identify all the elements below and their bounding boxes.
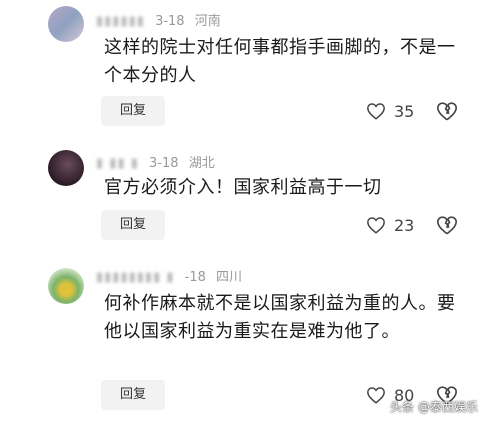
comment-date: 3-18 [149, 156, 179, 171]
comment-location: 湖北 [188, 156, 215, 171]
reply-button[interactable]: 回复 [101, 210, 165, 240]
avatar[interactable] [48, 150, 84, 186]
comment-text: 这样的院士对任何事都指手画脚的，不是一个本分的人 [104, 37, 456, 86]
username[interactable]: ▮ ▮▮ ▮ [96, 156, 139, 171]
heart-icon [367, 103, 385, 120]
heart-icon [367, 217, 385, 234]
comment-item: ▮ ▮▮ ▮ 3-18 湖北 官方必须介入！国家利益高于一切 回复 23 [0, 140, 500, 250]
username[interactable]: ▮▮▮▮▮▮ [96, 14, 145, 29]
watermark: 头条 @泰西娱乐 [390, 400, 478, 414]
broken-heart-icon[interactable] [436, 214, 458, 236]
comment-location: 河南 [194, 14, 221, 29]
like-count: 35 [394, 101, 415, 121]
avatar[interactable] [48, 6, 84, 42]
username[interactable]: ▮▮▮▮▮▮▮▮ ▮ [96, 270, 175, 285]
like-button[interactable]: 35 [366, 96, 414, 126]
comment-item: ▮▮▮▮▮▮▮▮ ▮ -18 四川 何补作麻本就不是以国家利益为重的人。要他以国… [0, 250, 500, 422]
heart-icon [367, 387, 385, 404]
comment-date: -18 [184, 270, 206, 285]
like-button[interactable]: 23 [366, 210, 414, 240]
comment-date: 3-18 [155, 14, 185, 29]
broken-heart-icon[interactable] [436, 100, 458, 122]
reply-button[interactable]: 回复 [101, 380, 165, 410]
comment-location: 四川 [216, 270, 243, 285]
comment-item: ▮▮▮▮▮▮ 3-18 河南 这样的院士对任何事都指手画脚的，不是一个本分的人 … [0, 0, 500, 140]
avatar[interactable] [48, 268, 84, 304]
comment-text: 何补作麻本就不是以国家利益为重的人。要他以国家利益为重实在是难为他了。 [104, 293, 456, 342]
reply-button[interactable]: 回复 [101, 96, 165, 126]
like-count: 23 [394, 215, 415, 235]
comment-text: 官方必须介入！国家利益高于一切 [104, 177, 382, 198]
